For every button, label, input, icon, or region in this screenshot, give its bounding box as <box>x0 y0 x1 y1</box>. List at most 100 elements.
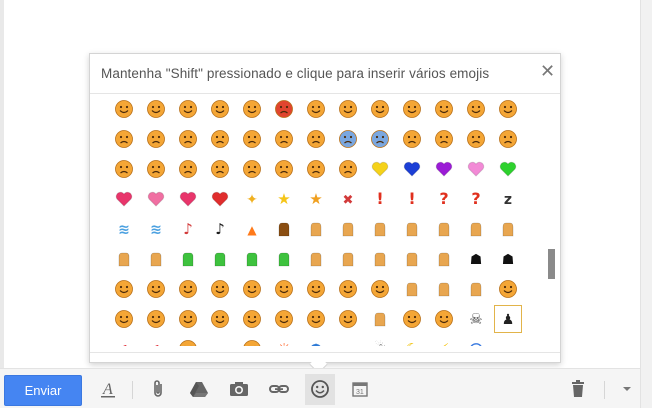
emoji-cell[interactable]: ▲ <box>236 214 268 244</box>
emoji-cell[interactable] <box>108 304 140 334</box>
emoji-cell[interactable] <box>268 244 300 274</box>
emoji-scrollbar-thumb[interactable] <box>548 249 555 279</box>
emoji-cell[interactable] <box>364 214 396 244</box>
camera-icon[interactable] <box>227 377 251 401</box>
emoji-cell[interactable] <box>268 124 300 154</box>
emoji-cell[interactable] <box>300 124 332 154</box>
emoji-cell[interactable] <box>204 244 236 274</box>
emoji-cell[interactable] <box>236 124 268 154</box>
emoji-cell[interactable] <box>204 124 236 154</box>
emoji-cell[interactable]: ✦ <box>236 184 268 214</box>
emoji-icon[interactable] <box>308 377 332 401</box>
emoji-cell[interactable] <box>332 304 364 334</box>
emoji-cell[interactable] <box>236 274 268 304</box>
emoji-cell[interactable] <box>428 244 460 274</box>
emoji-cell[interactable] <box>300 304 332 334</box>
emoji-cell[interactable]: ●● <box>204 334 236 346</box>
emoji-cell[interactable]: ≈ <box>492 334 524 346</box>
chevron-down-icon[interactable] <box>615 377 639 401</box>
emoji-cell[interactable] <box>236 304 268 334</box>
emoji-cell[interactable] <box>332 274 364 304</box>
emoji-cell[interactable] <box>236 244 268 274</box>
emoji-cell[interactable]: ! <box>364 184 396 214</box>
emoji-cell[interactable]: ♪ <box>204 214 236 244</box>
emoji-cell[interactable] <box>108 94 140 124</box>
emoji-cell[interactable] <box>332 94 364 124</box>
emoji-cell[interactable] <box>204 274 236 304</box>
emoji-cell[interactable]: ☠ <box>460 304 492 334</box>
emoji-cell[interactable]: ★ <box>300 184 332 214</box>
emoji-cell[interactable] <box>172 94 204 124</box>
emoji-cell[interactable] <box>300 94 332 124</box>
emoji-cell[interactable]: ☂ <box>300 334 332 346</box>
emoji-cell[interactable] <box>268 304 300 334</box>
trash-icon[interactable] <box>566 377 590 401</box>
close-icon[interactable]: ✕ <box>540 62 555 80</box>
emoji-cell[interactable] <box>140 304 172 334</box>
emoji-cell[interactable] <box>364 94 396 124</box>
emoji-cell[interactable]: ! <box>396 184 428 214</box>
emoji-cell[interactable] <box>108 184 140 214</box>
emoji-cell[interactable] <box>428 214 460 244</box>
emoji-cell[interactable] <box>396 214 428 244</box>
emoji-cell[interactable]: ♟ <box>492 304 524 334</box>
emoji-cell[interactable] <box>364 244 396 274</box>
emoji-cell[interactable] <box>108 244 140 274</box>
emoji-cell[interactable]: ☁ <box>332 334 364 346</box>
emoji-cell[interactable]: ◖ <box>108 334 140 346</box>
emoji-cell[interactable] <box>268 154 300 184</box>
emoji-cell[interactable] <box>332 154 364 184</box>
emoji-cell[interactable]: ☃ <box>364 334 396 346</box>
emoji-cell[interactable] <box>364 274 396 304</box>
emoji-cell[interactable] <box>172 184 204 214</box>
emoji-cell[interactable]: z <box>492 184 524 214</box>
window-scrollbar[interactable] <box>640 0 652 408</box>
emoji-cell[interactable] <box>140 124 172 154</box>
emoji-cell[interactable] <box>172 244 204 274</box>
emoji-cell[interactable] <box>428 124 460 154</box>
emoji-cell[interactable] <box>396 244 428 274</box>
emoji-cell[interactable]: ? <box>428 184 460 214</box>
emoji-cell[interactable] <box>140 184 172 214</box>
emoji-cell[interactable] <box>236 94 268 124</box>
emoji-cell[interactable] <box>364 154 396 184</box>
emoji-cell[interactable] <box>396 304 428 334</box>
emoji-cell[interactable] <box>140 274 172 304</box>
emoji-cell[interactable]: ◖ <box>140 334 172 346</box>
emoji-cell[interactable]: ☾ <box>396 334 428 346</box>
emoji-cell[interactable] <box>204 154 236 184</box>
emoji-cell[interactable] <box>140 244 172 274</box>
emoji-cell[interactable] <box>140 94 172 124</box>
calendar-icon[interactable]: 31 <box>348 377 372 401</box>
emoji-cell[interactable]: ? <box>460 184 492 214</box>
emoji-cell[interactable] <box>204 94 236 124</box>
emoji-cell[interactable] <box>492 274 524 304</box>
emoji-cell[interactable] <box>492 214 524 244</box>
paperclip-icon[interactable] <box>147 377 171 401</box>
emoji-cell[interactable] <box>268 94 300 124</box>
emoji-cell[interactable] <box>172 304 204 334</box>
emoji-cell[interactable] <box>492 94 524 124</box>
emoji-cell[interactable] <box>460 274 492 304</box>
emoji-cell[interactable] <box>300 154 332 184</box>
drive-icon[interactable] <box>187 377 211 401</box>
format-text-icon[interactable]: A <box>96 377 120 401</box>
emoji-cell[interactable] <box>332 214 364 244</box>
emoji-cell[interactable] <box>332 244 364 274</box>
emoji-cell[interactable]: ≋ <box>108 214 140 244</box>
emoji-cell[interactable]: ✖ <box>332 184 364 214</box>
emoji-cell[interactable]: ☀ <box>268 334 300 346</box>
emoji-cell[interactable] <box>236 334 268 346</box>
emoji-cell[interactable] <box>172 334 204 346</box>
emoji-cell[interactable] <box>364 124 396 154</box>
emoji-cell[interactable] <box>396 274 428 304</box>
emoji-cell[interactable] <box>428 154 460 184</box>
emoji-cell[interactable] <box>236 154 268 184</box>
emoji-cell[interactable] <box>300 244 332 274</box>
emoji-cell[interactable] <box>140 154 172 184</box>
emoji-cell[interactable] <box>428 274 460 304</box>
emoji-cell[interactable] <box>396 124 428 154</box>
emoji-cell[interactable] <box>204 304 236 334</box>
emoji-cell[interactable] <box>268 214 300 244</box>
emoji-cell[interactable]: @ <box>460 334 492 346</box>
